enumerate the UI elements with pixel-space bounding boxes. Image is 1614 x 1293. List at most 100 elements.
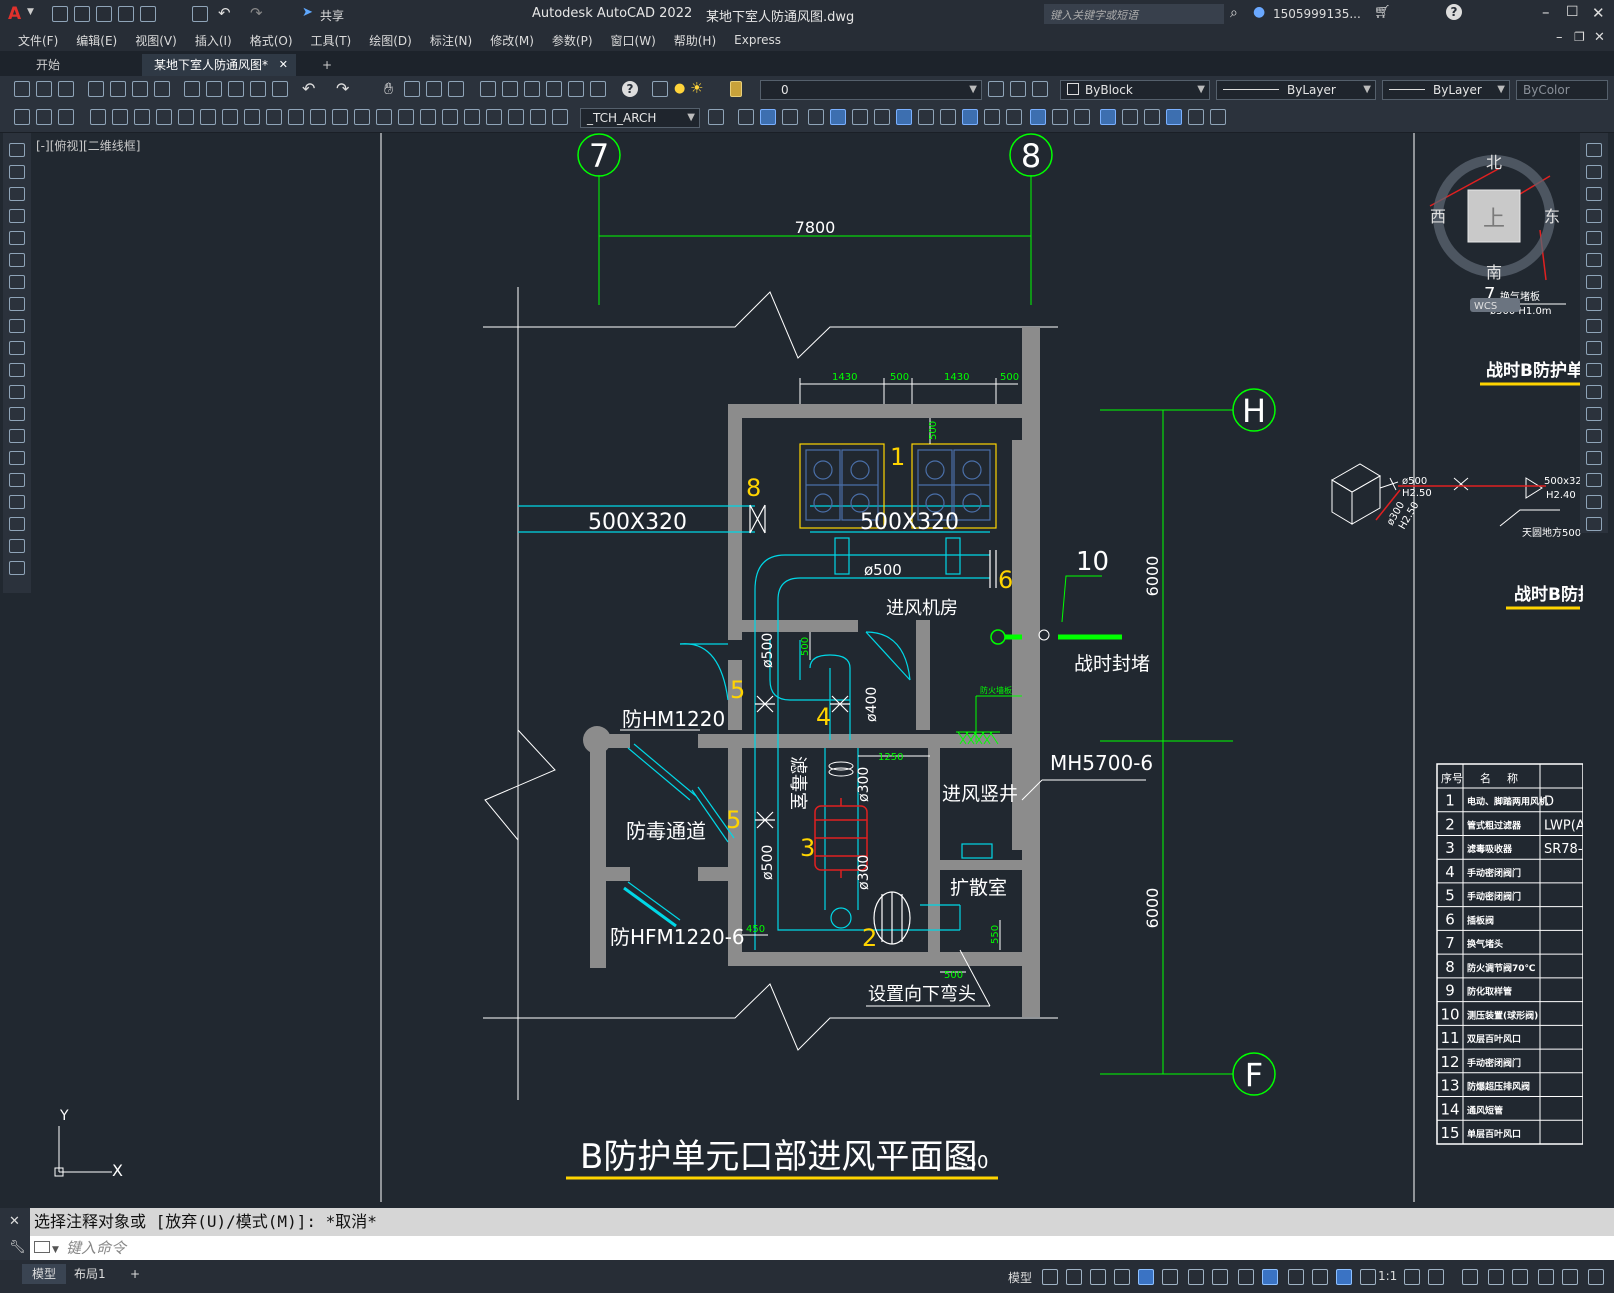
doc-restore-icon[interactable]: ❐ xyxy=(1574,30,1585,44)
status-toggle-icon-14[interactable] xyxy=(1404,1269,1420,1285)
toolbar-tool-icon-26[interactable] xyxy=(738,109,754,125)
toolbar-tool-icon-21[interactable] xyxy=(486,109,502,125)
block-editor-icon[interactable] xyxy=(272,81,288,97)
toolbar-tool-icon-4[interactable] xyxy=(112,109,128,125)
menu-item-7[interactable]: 标注(N) xyxy=(430,32,472,49)
toolbar-tool-icon-33[interactable] xyxy=(896,109,912,125)
toolbar-tool-icon-7[interactable] xyxy=(178,109,194,125)
draw-tool-icon-5[interactable] xyxy=(9,253,25,267)
close-tab-icon[interactable]: ✕ xyxy=(279,54,288,76)
tab-drawing[interactable]: 某地下室人防通风图* ✕ xyxy=(142,54,297,76)
status-toggle-icon-20[interactable] xyxy=(1562,1269,1578,1285)
help-icon[interactable]: ? xyxy=(1446,4,1462,20)
toolbar-tool-icon-2[interactable] xyxy=(58,109,74,125)
zoom-previous-icon[interactable] xyxy=(448,81,464,97)
status-toggle-icon-16[interactable] xyxy=(1462,1269,1478,1285)
command-prompt-icon[interactable] xyxy=(34,1241,50,1253)
layer-state-icon[interactable] xyxy=(1032,81,1048,97)
status-toggle-icon-2[interactable] xyxy=(1090,1269,1106,1285)
draw-tool-icon-8[interactable] xyxy=(9,319,25,333)
calculator-icon[interactable] xyxy=(590,81,606,97)
modify-tool-icon-10[interactable] xyxy=(1586,363,1602,377)
draw-tool-icon-11[interactable] xyxy=(9,385,25,399)
status-toggle-icon-10[interactable] xyxy=(1288,1269,1304,1285)
add-tab-button[interactable]: + xyxy=(310,54,344,76)
plotstyle-combo[interactable]: ByColor xyxy=(1516,80,1608,100)
toolbar-tool-icon-15[interactable] xyxy=(354,109,370,125)
search-icon[interactable]: ⌕ xyxy=(1230,5,1238,21)
toolbar-tool-icon-42[interactable] xyxy=(1100,109,1116,125)
pan-icon[interactable]: ✋︎ xyxy=(384,79,393,99)
chevron-down-icon[interactable]: ▼ xyxy=(27,7,34,17)
status-toggle-icon-11[interactable] xyxy=(1312,1269,1328,1285)
plot-icon[interactable] xyxy=(88,81,104,97)
status-toggle-icon-3[interactable] xyxy=(1114,1269,1130,1285)
close-icon[interactable]: ✕ xyxy=(1592,4,1605,22)
draw-tool-icon-13[interactable] xyxy=(9,429,25,443)
make-current-layer-icon[interactable] xyxy=(988,81,1004,97)
undo-icon[interactable]: ↶ xyxy=(218,4,231,22)
modify-tool-icon-6[interactable] xyxy=(1586,275,1602,289)
toolbar-tool-icon-44[interactable] xyxy=(1144,109,1160,125)
modify-tool-icon-13[interactable] xyxy=(1586,429,1602,443)
copy-icon[interactable] xyxy=(206,81,222,97)
drawing-canvas[interactable]: [-][俯视][二维线框] 7 8 7800 H F 6000 6000 防火墙… xyxy=(31,133,1583,1208)
draw-tool-icon-15[interactable] xyxy=(9,473,25,487)
menu-item-5[interactable]: 工具(T) xyxy=(311,32,352,49)
save-icon[interactable] xyxy=(58,81,74,97)
modify-tool-icon-17[interactable] xyxy=(1586,517,1602,531)
share-icon[interactable]: ➤ xyxy=(302,5,313,20)
doc-minimize-icon[interactable]: – xyxy=(1556,30,1563,45)
toolbar-tool-icon-12[interactable] xyxy=(288,109,304,125)
toolbar-tool-icon-34[interactable] xyxy=(918,109,934,125)
toolbar-tool-icon-19[interactable] xyxy=(442,109,458,125)
autocad-logo[interactable]: A xyxy=(8,4,21,24)
toolbar-tool-icon-41[interactable] xyxy=(1074,109,1090,125)
draw-tool-icon-2[interactable] xyxy=(9,187,25,201)
draw-tool-icon-14[interactable] xyxy=(9,451,25,465)
toolbar-tool-icon-25[interactable] xyxy=(708,109,724,125)
modify-tool-icon-2[interactable] xyxy=(1586,187,1602,201)
status-toggle-icon-21[interactable] xyxy=(1588,1269,1604,1285)
menu-item-0[interactable]: 文件(F) xyxy=(18,32,58,49)
toolbar-tool-icon-47[interactable] xyxy=(1210,109,1226,125)
color-combo[interactable]: ByBlock ▼ xyxy=(1060,80,1210,100)
share-label[interactable]: 共享 xyxy=(320,7,344,24)
modify-tool-icon-5[interactable] xyxy=(1586,253,1602,267)
status-toggle-icon-12[interactable] xyxy=(1336,1269,1352,1285)
status-toggle-icon-8[interactable] xyxy=(1238,1269,1254,1285)
modify-tool-icon-15[interactable] xyxy=(1586,473,1602,487)
viewcube-west[interactable]: 西 xyxy=(1430,207,1446,226)
status-toggle-icon-19[interactable] xyxy=(1538,1269,1554,1285)
menu-item-11[interactable]: 帮助(H) xyxy=(674,32,716,49)
status-toggle-icon-17[interactable] xyxy=(1488,1269,1504,1285)
modify-tool-icon-4[interactable] xyxy=(1586,231,1602,245)
3d-print-icon[interactable] xyxy=(154,81,170,97)
toolbar-tool-icon-20[interactable] xyxy=(464,109,480,125)
draw-tool-icon-1[interactable] xyxy=(9,165,25,179)
open-file-icon[interactable] xyxy=(74,6,90,22)
toolbar-tool-icon-36[interactable] xyxy=(962,109,978,125)
toolbar-tool-icon-40[interactable] xyxy=(1052,109,1068,125)
viewcube-north[interactable]: 北 xyxy=(1486,153,1502,172)
modify-tool-icon-0[interactable] xyxy=(1586,143,1602,157)
status-toggle-icon-4[interactable] xyxy=(1138,1269,1154,1285)
user-name[interactable]: 1505999135... xyxy=(1273,7,1361,21)
plot-icon[interactable] xyxy=(140,6,156,22)
layer-previous-icon[interactable] xyxy=(1010,81,1026,97)
modify-tool-icon-12[interactable] xyxy=(1586,407,1602,421)
toolbar-tool-icon-23[interactable] xyxy=(530,109,546,125)
status-toggle-icon-1[interactable] xyxy=(1066,1269,1082,1285)
match-properties-icon[interactable] xyxy=(250,81,266,97)
toolbar-tool-icon-18[interactable] xyxy=(420,109,436,125)
modify-tool-icon-7[interactable] xyxy=(1586,297,1602,311)
text-style-combo[interactable]: _TCH_ARCH ▼ xyxy=(580,108,700,128)
maximize-icon[interactable]: ☐ xyxy=(1566,4,1579,20)
linetype-combo[interactable]: ByLayer ▼ xyxy=(1216,80,1376,100)
command-prompt-chevron-icon[interactable]: ▼ xyxy=(52,1238,59,1262)
modify-tool-icon-11[interactable] xyxy=(1586,385,1602,399)
toolbar-tool-icon-5[interactable] xyxy=(134,109,150,125)
draw-tool-icon-9[interactable] xyxy=(9,341,25,355)
save-as-icon[interactable] xyxy=(118,6,134,22)
draw-tool-icon-18[interactable] xyxy=(9,539,25,553)
